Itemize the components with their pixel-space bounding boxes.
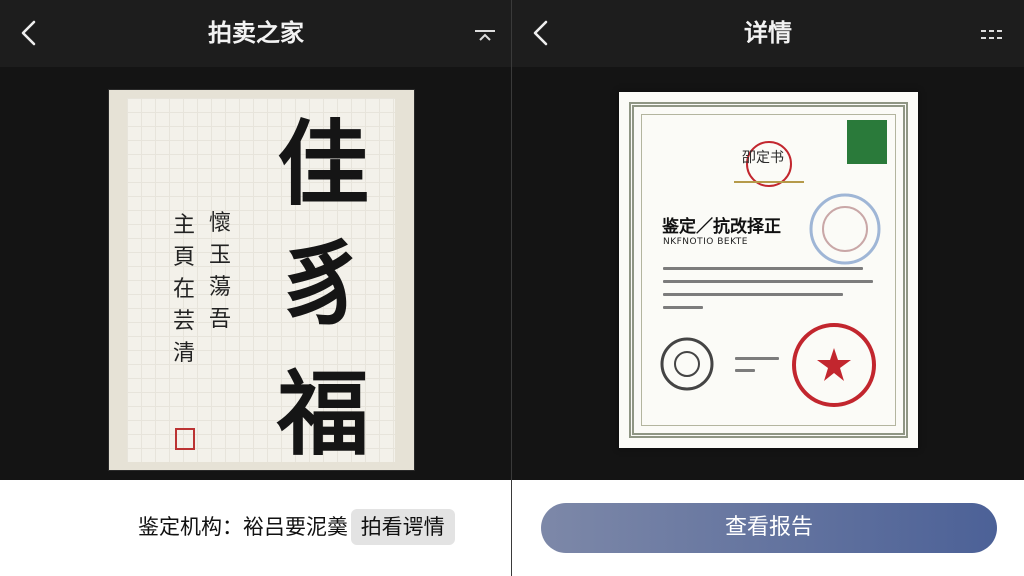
collapse-icon[interactable] <box>470 20 500 50</box>
appraisal-info: 鉴定机构：裕吕要泥羮 拍看谔情 <box>138 509 455 545</box>
appraisal-label: 鉴定机构： <box>138 515 243 539</box>
appraisal-detail-link[interactable]: 拍看谔情 <box>350 509 455 545</box>
appraisal-org: 裕吕要泥羮 <box>243 515 348 539</box>
calligraphy-scroll-image: 佳 豸 福 懷玉蕩吾 主頁在芸清 <box>108 89 415 471</box>
top-navigation-bar: 详情 <box>512 0 1024 67</box>
certificate-text-line <box>663 306 703 309</box>
round-stamp <box>660 337 714 391</box>
calligraphy-paper: 佳 豸 福 懷玉蕩吾 主頁在芸清 <box>127 98 395 462</box>
calligraphy-char-3: 福 <box>277 360 370 468</box>
artwork-display: 佳 豸 福 懷玉蕩吾 主頁在芸清 <box>0 67 512 480</box>
certificate-stamp-text: 卲定书 <box>742 150 784 166</box>
certificate-display: 卲定书 鉴定／抗改择正 NKFNOTIO BEKTE <box>512 67 1024 480</box>
top-navigation-bar: 拍卖之家 <box>0 0 512 67</box>
view-report-button[interactable]: 查看报告 <box>541 503 997 553</box>
detail-screen: 详情 卲定书 鉴定／抗改择正 NKFNOTIO BEKTE 查看报告 <box>512 0 1024 576</box>
certificate-title: 鉴定／抗改择正 <box>662 217 781 237</box>
certificate-text-line <box>663 280 873 283</box>
certificate-subtitle: NKFNOTIO BEKTE <box>663 237 748 247</box>
more-options-icon[interactable] <box>978 20 1008 50</box>
inscription-column-1: 懷玉蕩吾 <box>209 211 232 332</box>
red-official-seal <box>792 323 876 407</box>
certificate-text-line <box>663 293 843 296</box>
qr-code <box>847 120 887 164</box>
calligraphy-char-1: 佳 <box>277 110 370 218</box>
certificate-text-line <box>735 369 755 372</box>
calligraphy-char-2: 豸 <box>277 230 370 338</box>
certificate-text-line <box>663 267 863 270</box>
blue-seal <box>809 193 881 265</box>
inscription-column-2: 主頁在芸清 <box>173 213 196 366</box>
page-title: 拍卖之家 <box>208 19 304 47</box>
certificate-text-line <box>735 357 779 360</box>
artist-seal <box>175 428 195 450</box>
auction-home-screen: 拍卖之家 佳 豸 福 懷玉蕩吾 主頁在芸清 鉴定机构：裕吕要泥羮 拍看谔情 <box>0 0 512 576</box>
page-title: 详情 <box>744 19 792 47</box>
appraisal-certificate-image: 卲定书 鉴定／抗改择正 NKFNOTIO BEKTE <box>619 92 918 448</box>
report-footer: 查看报告 <box>512 480 1024 576</box>
